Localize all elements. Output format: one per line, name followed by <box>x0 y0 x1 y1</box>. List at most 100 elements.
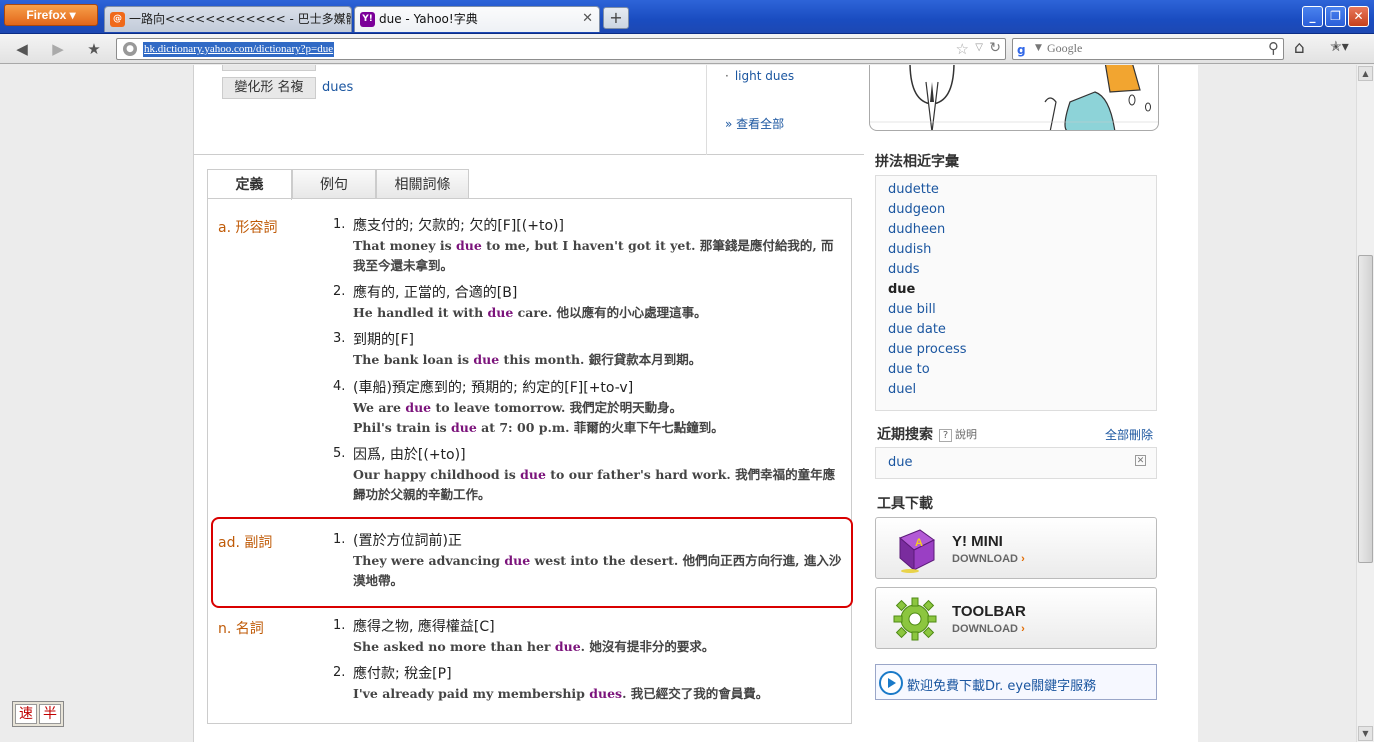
delete-recent-icon[interactable]: ✕ <box>1135 455 1146 466</box>
similar-word-link[interactable]: due to <box>888 362 930 377</box>
example-sentence: The bank loan is due this month. 銀行貸款本月到… <box>353 352 702 367</box>
sense-gloss: 到期的[F] <box>353 332 414 348</box>
sense-number: 4. <box>333 379 346 394</box>
download-toolbar-button[interactable]: TOOLBAR DOWNLOAD › <box>875 587 1157 649</box>
similar-word-link[interactable]: dudheen <box>888 222 945 237</box>
close-tab-icon[interactable]: ✕ <box>582 7 593 31</box>
ime-toolbar: 速 半 <box>12 701 64 727</box>
forum-favicon-icon: @ <box>110 12 125 27</box>
recent-help-link[interactable]: ? 說明 <box>939 426 977 442</box>
reload-icon[interactable]: ↻ <box>989 40 1001 56</box>
navigation-toolbar: ◀ ▶ ★ ● hk.dictionary.yahoo.com/dictiona… <box>0 34 1374 64</box>
address-bar[interactable]: ● hk.dictionary.yahoo.com/dictionary?p=d… <box>116 38 1006 60</box>
similar-words-heading: 拼法相近字彙 <box>875 154 959 170</box>
recent-search-item[interactable]: due <box>888 455 913 470</box>
svg-text:A: A <box>915 537 923 549</box>
similar-word-link[interactable]: due bill <box>888 302 936 317</box>
new-tab-button[interactable]: + <box>603 7 629 29</box>
form-value-plural[interactable]: dues <box>322 80 353 95</box>
example-sentence: Phil's train is due at 7: 00 p.m. 菲爾的火車下… <box>353 420 724 435</box>
tab-related-entries[interactable]: 相關詞條 <box>376 169 469 199</box>
dreye-promo-text: 歡迎免費下載Dr. eye關鍵字服務 <box>907 679 1097 694</box>
example-sentence: Our happy childhood is due to our father… <box>353 467 836 502</box>
yahoo-favicon-icon: Y! <box>360 12 375 27</box>
sense-item: 3. 到期的[F] The bank loan is due this mont… <box>333 331 843 370</box>
sense-number: 3. <box>333 331 346 346</box>
similar-word-link[interactable]: due process <box>888 342 967 357</box>
similar-word-current: due <box>888 282 916 297</box>
related-word-link[interactable]: light dues <box>725 69 794 83</box>
search-input[interactable] <box>1047 41 1257 56</box>
similar-word-link[interactable]: dudish <box>888 242 931 257</box>
ime-half-width-button[interactable]: 半 <box>39 704 61 724</box>
home-icon[interactable]: ⌂ <box>1294 38 1305 58</box>
bookmarks-menu-icon[interactable]: ✭▾ <box>1330 39 1349 55</box>
download-ymini-button[interactable]: A Y! MINI DOWNLOAD › <box>875 517 1157 579</box>
close-tab-icon[interactable]: ✕ <box>334 7 345 31</box>
download-label: DOWNLOAD › <box>952 553 1025 565</box>
similar-word-link[interactable]: dudette <box>888 182 939 197</box>
bookmark-star-icon[interactable]: ☆ <box>956 40 969 58</box>
google-engine-icon[interactable]: g <box>1017 42 1033 58</box>
sense-number: 5. <box>333 446 346 461</box>
sense-item: 1. 應支付的; 欠款的; 欠的[F][(+to)] That money is… <box>333 217 843 276</box>
minimize-window-icon[interactable]: _ <box>1302 6 1323 27</box>
similar-word-link[interactable]: due date <box>888 322 946 337</box>
dreye-promo-banner[interactable]: 歡迎免費下載Dr. eye關鍵字服務 <box>875 664 1157 700</box>
clear-all-link[interactable]: 全部刪除 <box>1105 426 1153 443</box>
see-all-link[interactable]: » 查看全部 <box>725 115 784 132</box>
bookmark-page-icon[interactable]: ★ <box>82 38 106 60</box>
restore-window-icon[interactable]: ❐ <box>1325 6 1346 27</box>
play-icon <box>879 671 903 695</box>
sense-item: 4. (車船)預定應到的; 預期的; 約定的[F][+to-v] We are … <box>333 379 843 438</box>
sense-item: 2. 應有的, 正當的, 合適的[B] He handled it with d… <box>333 284 843 323</box>
similar-words-list: dudette dudgeon dudheen dudish duds due … <box>875 175 1157 411</box>
dictionary-page: 變化形 名複 dues light dues » 查看全部 定義 例句 相關詞條… <box>193 65 1198 742</box>
sense-gloss: 應付款; 稅金[P] <box>353 666 452 682</box>
page-viewport: 變化形 名複 dues light dues » 查看全部 定義 例句 相關詞條… <box>0 65 1374 742</box>
comic-illustration <box>869 65 1159 131</box>
tab-definitions[interactable]: 定義 <box>207 169 292 200</box>
sense-item: 5. 因爲, 由於[(+to)] Our happy childhood is … <box>333 446 843 505</box>
form-label-cut <box>222 65 316 71</box>
back-arrow-icon[interactable]: ◀ <box>10 38 34 60</box>
vertical-scrollbar[interactable]: ▲ ▼ <box>1356 65 1374 742</box>
example-sentence: That money is due to me, but I haven't g… <box>353 238 834 273</box>
similar-word-link[interactable]: dudgeon <box>888 202 945 217</box>
sense-number: 1. <box>333 217 346 232</box>
close-window-icon[interactable]: ✕ <box>1348 6 1369 27</box>
forward-arrow-icon[interactable]: ▶ <box>46 38 70 60</box>
engine-dropdown-icon[interactable]: ▼ <box>1035 43 1042 53</box>
tab-title: due - Yahoo!字典 <box>379 12 478 26</box>
url-text[interactable]: hk.dictionary.yahoo.com/dictionary?p=due <box>143 42 335 57</box>
example-sentence: He handled it with due care. 他以應有的小心處理這事… <box>353 305 707 320</box>
scroll-up-arrow-icon[interactable]: ▲ <box>1358 66 1373 81</box>
sense-gloss: 應得之物, 應得權益[C] <box>353 619 495 635</box>
gear-icon <box>893 597 937 641</box>
web-search-bar[interactable]: g ▼ ⚲ <box>1012 38 1284 60</box>
download-label: DOWNLOAD › <box>952 623 1025 635</box>
tab-examples[interactable]: 例句 <box>292 169 376 199</box>
recent-searches-heading: 近期搜索 <box>877 427 933 443</box>
similar-word-link[interactable]: duel <box>888 382 916 397</box>
ime-quick-mode-button[interactable]: 速 <box>15 704 37 724</box>
tab-title: 一路向<<<<<<<<<<<< - 巴士多媒體分… <box>129 12 351 26</box>
sense-gloss: 應支付的; 欠款的; 欠的[F][(+to)] <box>353 218 564 234</box>
sense-item: 1. 應得之物, 應得權益[C] She asked no more than … <box>333 618 843 657</box>
ymini-title: Y! MINI <box>952 533 1003 550</box>
tools-download-heading: 工具下載 <box>877 496 933 512</box>
history-dropdown-icon[interactable]: ▽ <box>975 42 983 53</box>
site-identity-icon[interactable]: ● <box>123 42 137 56</box>
example-sentence: She asked no more than her due. 她沒有提非分的要… <box>353 639 715 654</box>
sense-number: 2. <box>333 665 346 680</box>
similar-word-link[interactable]: duds <box>888 262 920 277</box>
scroll-down-arrow-icon[interactable]: ▼ <box>1358 726 1373 741</box>
firefox-menu-button[interactable]: Firefox ▾ <box>4 4 98 26</box>
browser-tab-yahoo-dictionary[interactable]: Y! due - Yahoo!字典 ✕ <box>354 6 600 32</box>
browser-tab-bus-forum[interactable]: @ 一路向<<<<<<<<<<<< - 巴士多媒體分… ✕ <box>104 6 352 32</box>
sense-gloss: (車船)預定應到的; 預期的; 約定的[F][+to-v] <box>353 380 634 396</box>
definitions-panel: a. 形容詞 1. 應支付的; 欠款的; 欠的[F][(+to)] That m… <box>207 198 852 724</box>
search-icon[interactable]: ⚲ <box>1268 39 1279 57</box>
scrollbar-thumb[interactable] <box>1358 255 1373 563</box>
sense-number: 2. <box>333 284 346 299</box>
